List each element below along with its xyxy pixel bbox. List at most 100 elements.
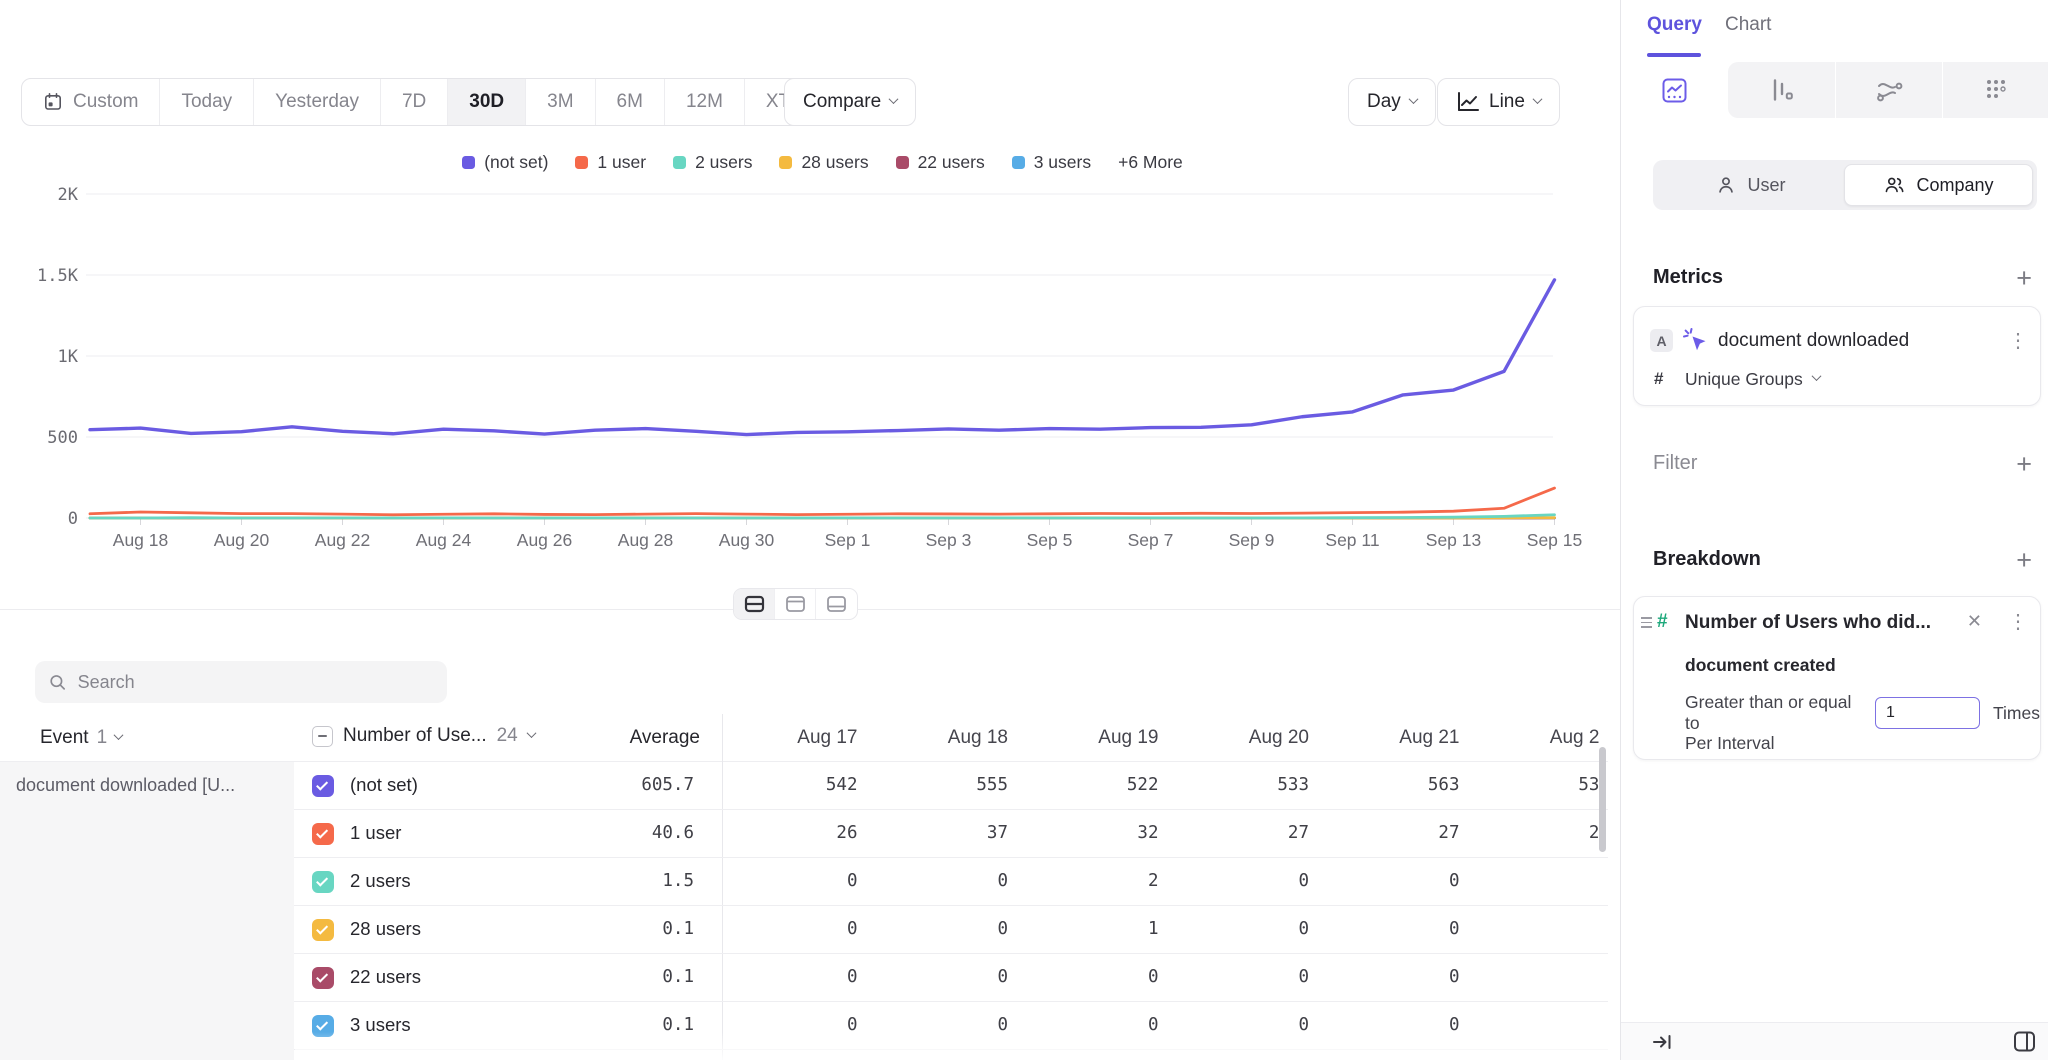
chart-type-dropdown[interactable]: Line — [1437, 78, 1560, 126]
table-cell: 37 — [873, 823, 1024, 843]
chevron-down-icon — [526, 728, 536, 738]
table-cell: 0 — [873, 871, 1024, 891]
event-column-header[interactable]: Event 1 — [40, 727, 122, 749]
layout-chart-only-button[interactable] — [775, 589, 816, 619]
series-checkbox[interactable] — [312, 871, 334, 893]
journey-dots-icon — [1984, 77, 2010, 103]
date-column-header[interactable]: Aug 20 — [1174, 727, 1325, 749]
chart-legend: (not set) 1 user 2 users 28 users 22 users 3 … — [90, 152, 1555, 173]
date-preset-3m[interactable]: 3M — [526, 79, 595, 125]
legend-item[interactable]: (not set) — [462, 152, 548, 173]
layout-table-only-button[interactable] — [816, 589, 857, 619]
filter-title: Filter — [1653, 452, 1697, 475]
compare-button[interactable]: Compare — [784, 78, 916, 126]
table-scrollbar[interactable] — [1599, 747, 1606, 852]
split-pane-icon[interactable] — [2012, 1029, 2037, 1059]
table-cell: 533 — [1174, 775, 1325, 795]
date-column-header[interactable]: Aug 21 — [1324, 727, 1475, 749]
date-values: 001000 — [722, 919, 1600, 939]
date-preset-30d[interactable]: 30D — [448, 79, 526, 125]
breakdown-condition: Greater than or equal to Times — [1685, 692, 2040, 734]
drag-handle-icon[interactable] — [1641, 617, 1652, 628]
legend-item[interactable]: 2 users — [673, 152, 752, 173]
svg-text:Sep 13: Sep 13 — [1426, 530, 1481, 550]
table-row: 3 users0.1000000 — [294, 1002, 1608, 1050]
tab-query[interactable]: Query — [1647, 14, 1702, 36]
table-cell: 28 — [1475, 823, 1601, 843]
metric-event-name[interactable]: document downloaded — [1718, 330, 1909, 352]
line-chart-icon — [1456, 91, 1480, 113]
date-column-header[interactable]: Aug 17 — [722, 727, 873, 749]
svg-text:Sep 1: Sep 1 — [825, 530, 871, 550]
table-only-icon — [826, 595, 847, 613]
date-preset-today[interactable]: Today — [160, 79, 254, 125]
metric-letter-badge: A — [1650, 329, 1673, 352]
kebab-menu-icon[interactable]: ⋮ — [2008, 331, 2028, 351]
date-preset-custom[interactable]: Custom — [22, 79, 160, 125]
date-preset-6m[interactable]: 6M — [596, 79, 665, 125]
table-cell: 0 — [1023, 1015, 1174, 1035]
table-cell: 0 — [722, 871, 873, 891]
series-checkbox[interactable] — [312, 775, 334, 797]
table-cell: 0 — [1174, 967, 1325, 987]
series-checkbox[interactable] — [312, 823, 334, 845]
analytics-app: 05001K1.5K2KAug 18Aug 20Aug 22Aug 24Aug … — [0, 0, 2048, 1060]
date-preset-12m[interactable]: 12M — [665, 79, 745, 125]
series-checkbox[interactable] — [312, 967, 334, 989]
svg-text:Sep 5: Sep 5 — [1027, 530, 1073, 550]
series-checkbox[interactable] — [312, 1015, 334, 1037]
add-filter-button[interactable]: + — [2016, 454, 2032, 474]
table-search[interactable] — [35, 661, 447, 703]
chart-type-bar-button[interactable] — [1728, 62, 1835, 118]
chart-type-flow-button[interactable] — [1836, 62, 1943, 118]
date-column-header[interactable]: Aug 19 — [1023, 727, 1174, 749]
metric-card[interactable]: A document downloaded ⋮ # Unique Groups — [1633, 306, 2041, 406]
metrics-title: Metrics — [1653, 266, 1723, 289]
table-row: 2 users1.5002000 — [294, 858, 1608, 906]
legend-item[interactable]: 28 users — [779, 152, 868, 173]
date-column-header[interactable]: Aug 18 — [873, 727, 1024, 749]
measure-dropdown[interactable]: Unique Groups — [1685, 369, 1820, 390]
breakdown-event-name[interactable]: document created — [1685, 655, 1836, 676]
kebab-menu-icon[interactable]: ⋮ — [2008, 612, 2028, 632]
date-column-header[interactable]: Aug 22 — [1475, 727, 1601, 749]
legend-item[interactable]: 22 users — [896, 152, 985, 173]
add-breakdown-button[interactable]: + — [2016, 550, 2032, 570]
per-interval-label[interactable]: Per Interval — [1685, 733, 1774, 754]
date-preset-yesterday[interactable]: Yesterday — [254, 79, 381, 125]
filter-section-header: Filter + — [1653, 452, 2032, 475]
table-row: 22 users0.1000000 — [294, 954, 1608, 1002]
svg-text:Sep 9: Sep 9 — [1229, 530, 1275, 550]
add-metric-button[interactable]: + — [2016, 268, 2032, 288]
layout-split-button[interactable] — [734, 589, 775, 619]
tab-chart[interactable]: Chart — [1725, 14, 1771, 36]
search-input[interactable] — [78, 672, 433, 693]
table-cell: 26 — [722, 823, 873, 843]
legend-item[interactable]: 1 user — [575, 152, 646, 173]
scope-company[interactable]: Company — [1844, 164, 2033, 206]
legend-label: (not set) — [484, 152, 548, 173]
active-tab-underline — [1647, 53, 1701, 57]
preset-label: Custom — [73, 91, 138, 113]
legend-label: 22 users — [918, 152, 985, 173]
collapse-panel-icon[interactable] — [1651, 1031, 1673, 1058]
legend-more[interactable]: +6 More — [1118, 152, 1183, 173]
breakdown-property-name[interactable]: Number of Users who did... — [1685, 612, 1931, 634]
select-all-checkbox[interactable] — [312, 726, 333, 747]
date-preset-7d[interactable]: 7D — [381, 79, 448, 125]
svg-text:Sep 7: Sep 7 — [1128, 530, 1174, 550]
close-icon[interactable]: ✕ — [1967, 611, 1982, 632]
chart-type-journey-button[interactable] — [1943, 62, 2048, 118]
chart-type-line-button[interactable] — [1621, 62, 1728, 118]
granularity-dropdown[interactable]: Day — [1348, 78, 1436, 126]
table-cell: 555 — [873, 775, 1024, 795]
operator-label[interactable]: Greater than or equal to — [1685, 692, 1862, 734]
group-column-header[interactable]: Number of Use... 24 — [312, 725, 535, 747]
table-cell: 27 — [1324, 823, 1475, 843]
scope-user[interactable]: User — [1657, 164, 1844, 206]
panel-footer — [1621, 1022, 2048, 1060]
legend-item[interactable]: 3 users — [1012, 152, 1091, 173]
threshold-input[interactable] — [1875, 697, 1980, 729]
series-checkbox[interactable] — [312, 919, 334, 941]
event-cell[interactable]: document downloaded [U... — [0, 762, 294, 1060]
